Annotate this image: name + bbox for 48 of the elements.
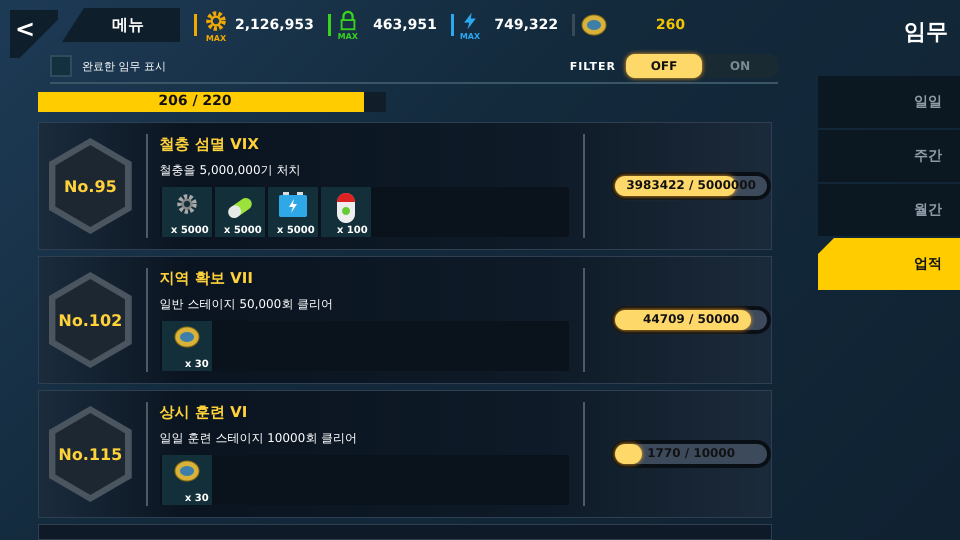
max-label: MAX <box>206 34 226 42</box>
reward-count: x 30 <box>184 359 209 370</box>
filter-option[interactable]: ON <box>702 54 778 78</box>
reward-count: x 5000 <box>224 225 262 236</box>
progress-text: 206 / 220 <box>157 93 233 109</box>
category-tab[interactable]: 월간 <box>818 184 960 236</box>
reward-count: x 30 <box>184 493 209 504</box>
checkbox-label: 완료한 임무 표시 <box>82 58 166 74</box>
reward-item[interactable]: x 5000 <box>162 187 212 237</box>
battery-icon <box>276 191 309 219</box>
filter-option[interactable]: OFF <box>626 54 702 78</box>
progress-text: 44709 / 50000 <box>642 312 740 326</box>
mission-description: 철충을 5,000,000기 처치 <box>160 162 302 179</box>
category-tab[interactable]: 일일 <box>818 76 960 128</box>
reward-item[interactable]: x 5000 <box>214 187 265 237</box>
mission-title: 철충 섬멸 VIX <box>160 135 260 154</box>
max-label: MAX <box>460 32 480 40</box>
progress-text: 1770 / 10000 <box>646 446 736 460</box>
reward-item[interactable]: x 30 <box>162 455 212 505</box>
mission-title: 지역 확보 VII <box>160 269 254 288</box>
reward-count: x 100 <box>336 225 368 236</box>
menu-label: 메뉴 <box>62 8 180 42</box>
resource-amount: 260 <box>654 17 686 33</box>
resource-amount: 463,951 <box>372 17 437 33</box>
resource-amount: 2,126,953 <box>235 17 314 33</box>
divider <box>572 14 576 36</box>
page-title: 임무 <box>904 19 948 47</box>
mission-description: 일일 훈련 스테이지 10000회 클리어 <box>160 430 358 447</box>
mission-number: No.115 <box>55 413 126 495</box>
mission-number: No.95 <box>55 145 126 227</box>
mission-title: 상시 훈련 VI <box>160 403 248 422</box>
reward-count: x 5000 <box>170 225 209 236</box>
resource-amount: 749,322 <box>493 17 558 33</box>
reward-item[interactable]: x 100 <box>320 187 371 237</box>
reward-item[interactable]: x 30 <box>162 321 212 371</box>
reward-item[interactable]: x 5000 <box>268 187 318 237</box>
category-tab[interactable]: 주간 <box>818 130 960 182</box>
back-button[interactable]: < <box>10 10 58 58</box>
coin-icon <box>174 459 200 483</box>
mission-description: 일반 스테이지 50,000회 클리어 <box>160 296 334 313</box>
category-tab[interactable]: 업적 <box>818 238 960 290</box>
coin-icon <box>581 13 608 37</box>
reward-count: x 5000 <box>276 225 315 236</box>
max-label: MAX <box>338 32 358 40</box>
mission-number: No.102 <box>55 279 126 361</box>
filter-label: FILTER <box>570 60 616 72</box>
checkbox[interactable] <box>50 55 72 77</box>
coin-icon <box>174 325 200 349</box>
